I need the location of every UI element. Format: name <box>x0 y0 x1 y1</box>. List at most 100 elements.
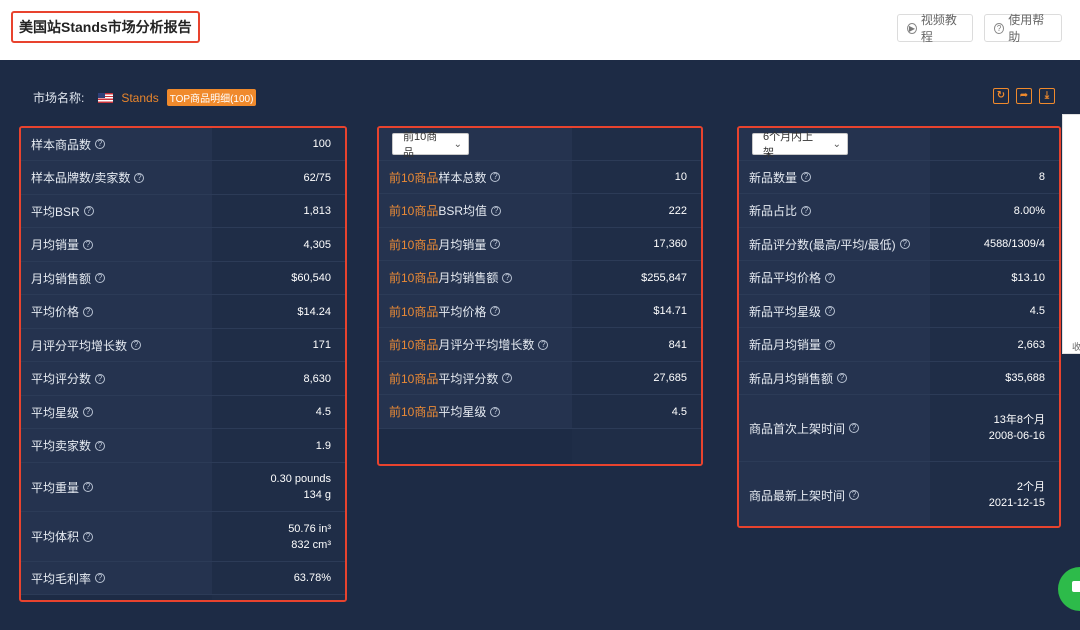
stat-value-block: 63.78% <box>294 570 331 586</box>
share-icon[interactable]: ➦ <box>1016 88 1032 104</box>
stat-value-block: 1.9 <box>316 438 331 454</box>
stat-label-cell: 新品平均价格? <box>739 261 930 294</box>
stat-label-cell: 月均销量? <box>21 228 212 261</box>
stat-label: 月评分平均增长数 <box>438 338 535 352</box>
help-circle-icon[interactable]: ? <box>95 273 106 283</box>
stat-value: 27,685 <box>653 372 687 384</box>
stat-row: 平均评分数? 8,630 <box>21 362 345 396</box>
help-circle-icon[interactable]: ? <box>83 239 94 250</box>
help-circle-icon[interactable]: ? <box>95 139 106 149</box>
video-tutorial-label: 视频教程 <box>920 13 957 44</box>
help-circle-icon[interactable]: ? <box>502 272 513 283</box>
top10-panel: 前10商品 ⌄ 前10商品 样本总数? 10 前10商品 BSR均值? 222 前10商品月… <box>377 126 703 466</box>
overview-panel: 样本商品数? 100 样本品牌数/卖家数? 62/75 平均BSR? 1,813 月均销量?… <box>19 126 347 602</box>
stat-label: 样本品牌数/卖家数 <box>31 171 131 185</box>
top10-select[interactable]: 前10商品 ⌄ <box>392 131 469 159</box>
help-circle-icon[interactable]: ? <box>801 172 812 182</box>
stat-value-cell: 1,813 <box>212 195 345 227</box>
stat-value: 4.5 <box>315 406 331 418</box>
help-circle-icon[interactable]: ? <box>83 482 94 492</box>
refresh-icon[interactable]: ↻ <box>993 88 1009 104</box>
stat-value-cell: $14.24 <box>212 295 345 328</box>
stat-value-cell: 4,305 <box>212 228 345 261</box>
help-circle-icon[interactable]: ? <box>849 423 860 433</box>
stat-value-block: 2个月 2021-12-15 <box>989 479 1045 511</box>
help-circle-icon[interactable]: ? <box>490 306 501 316</box>
help-circle-icon[interactable]: ? <box>899 239 910 249</box>
stat-row: 前10商品 样本总数? 10 <box>379 161 701 194</box>
help-circle-icon[interactable]: ? <box>83 306 94 317</box>
stat-value: 4.5 <box>671 405 687 418</box>
stat-label-cell: 前10商品 平均价格? <box>379 295 572 327</box>
help-circle-icon[interactable]: ? <box>83 407 94 417</box>
video-tutorial-button[interactable]: ▶ 视频教程 <box>897 13 973 44</box>
stat-value: 13年8个月 <box>993 414 1045 426</box>
help-circle-icon[interactable]: ? <box>502 373 513 383</box>
help-circle-icon[interactable]: ? <box>490 172 501 182</box>
help-button[interactable]: ? 使用帮助 <box>984 13 1062 44</box>
stat-label: 商品首次上架时间 <box>749 421 846 436</box>
stat-label: 新品占比 <box>749 204 798 218</box>
help-circle-icon[interactable]: ? <box>134 172 145 183</box>
stat-label: 平均评分数 <box>31 372 92 386</box>
stat-value: 8,630 <box>303 372 331 385</box>
help-circle-icon[interactable]: ? <box>83 206 94 216</box>
stat-row: 月评分平均增长数? 171 <box>21 329 345 362</box>
help-circle-icon[interactable]: ? <box>95 573 106 583</box>
stat-row: 样本品牌数/卖家数? 62/75 <box>21 161 345 195</box>
stat-value-cell: $13.10 <box>930 261 1059 294</box>
help-circle-icon[interactable]: ? <box>825 306 836 316</box>
help-circle-icon[interactable]: ? <box>83 531 94 542</box>
top-products-tag[interactable]: TOP商品明细(100) <box>166 89 257 106</box>
stat-row: 前10商品 BSR均值? 222 <box>379 194 701 228</box>
stat-label-prefix: 前10商品 <box>389 371 439 386</box>
help-circle-icon[interactable]: ? <box>825 339 836 350</box>
stat-label: 平均毛利率 <box>31 571 92 586</box>
select-cell: 前10商品 ⌄ <box>379 128 572 160</box>
report-title-box: 美国站Stands市场分析报告 <box>11 11 200 43</box>
help-circle-icon[interactable]: ? <box>837 373 848 383</box>
header-bar: 美国站Stands市场分析报告 ▶ 视频教程 ? 使用帮助 <box>0 0 1080 60</box>
help-circle-icon[interactable]: ? <box>95 440 106 451</box>
stat-value-cell: $60,540 <box>212 262 345 294</box>
stat-row: 平均卖家数? 1.9 <box>21 429 345 463</box>
stat-value-cell: 13年8个月 2008-06-16 <box>930 395 1059 461</box>
stat-label-cell: 平均毛利率? <box>21 562 212 594</box>
help-circle-icon[interactable]: ? <box>490 239 501 249</box>
stat-value: 10 <box>674 171 687 183</box>
help-circle-icon[interactable]: ? <box>490 406 501 417</box>
select-row-value <box>930 128 1059 160</box>
new-period-select-value: 6个月内上架 <box>763 131 814 159</box>
stat-value-block: $13.10 <box>1011 270 1045 286</box>
stat-value: $35,688 <box>1005 372 1045 384</box>
market-label: 市场名称: <box>33 91 85 105</box>
download-icon[interactable]: ⤓ <box>1039 88 1055 104</box>
toolbar: ↻ ➦ ⤓ <box>993 88 1055 104</box>
stat-value: $255,847 <box>641 271 687 284</box>
stat-row: 月均销售额? $60,540 <box>21 262 345 295</box>
stat-label: 商品最新上架时间 <box>749 488 846 503</box>
market-name-link[interactable]: Stands <box>121 91 158 105</box>
stat-value: $14.71 <box>653 305 687 317</box>
stat-value-block: $14.24 <box>297 304 331 320</box>
help-circle-icon[interactable]: ? <box>825 272 836 283</box>
stat-value: 841 <box>668 338 687 351</box>
stat-value-block: $60,540 <box>291 270 331 286</box>
stat-label: 平均星级 <box>438 405 487 419</box>
help-circle-icon[interactable]: ? <box>538 339 549 350</box>
new-period-select[interactable]: 6个月内上架 ⌄ <box>752 131 848 159</box>
stat-label-cell: 新品月均销售额? <box>739 362 930 394</box>
stat-label-prefix: 前10商品 <box>389 338 439 352</box>
stat-label-cell: 新品占比? <box>739 194 930 227</box>
help-circle-icon[interactable]: ? <box>95 373 106 384</box>
help-circle-icon[interactable]: ? <box>131 340 142 350</box>
stat-value-block: $255,847 <box>641 270 687 286</box>
stat-value-block: 13年8个月 2008-06-16 <box>989 412 1045 444</box>
help-circle-icon[interactable]: ? <box>849 490 860 500</box>
stat-value: 1.9 <box>315 439 331 452</box>
stat-label-cell: 平均卖家数? <box>21 429 212 462</box>
side-popup-edge[interactable]: 收 <box>1062 114 1080 354</box>
help-circle-icon[interactable]: ? <box>491 205 502 216</box>
help-circle-icon[interactable]: ? <box>801 205 812 216</box>
stat-value-cell: $14.71 <box>572 295 701 327</box>
